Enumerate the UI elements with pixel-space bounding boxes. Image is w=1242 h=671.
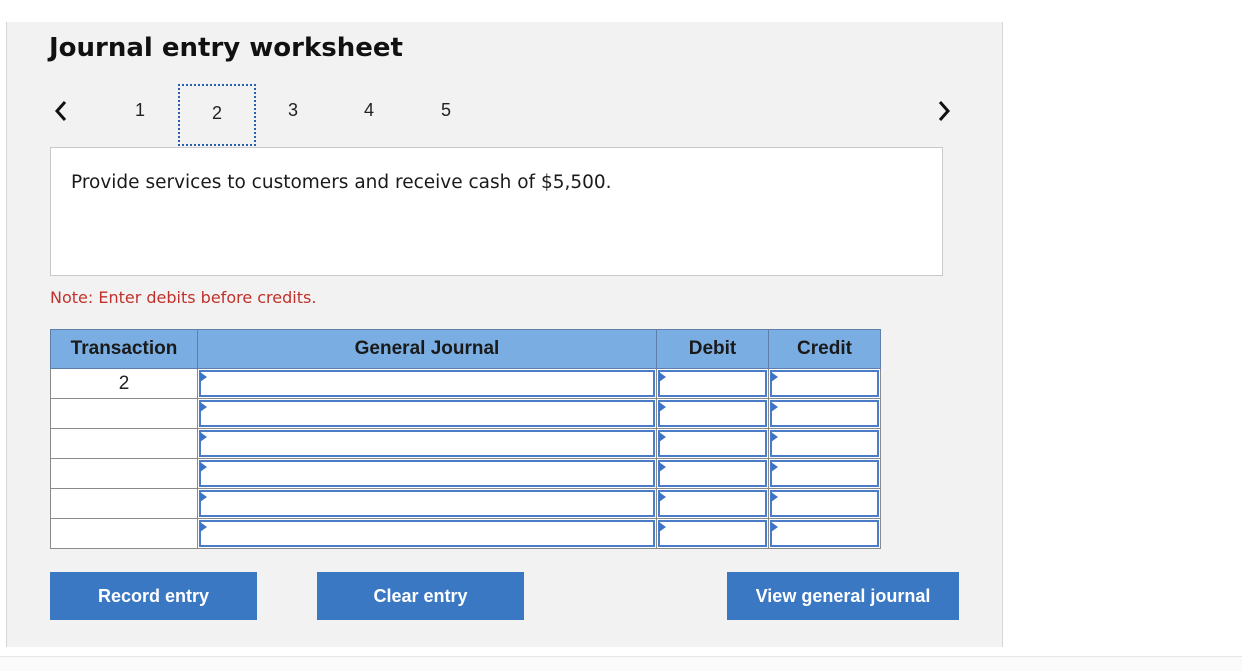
table-row: 2 <box>50 368 881 399</box>
account-input[interactable] <box>199 520 655 547</box>
transaction-cell: 2 <box>50 368 198 399</box>
account-input[interactable] <box>199 370 655 397</box>
credit-input[interactable] <box>770 370 879 397</box>
transaction-cell <box>50 428 198 459</box>
bottom-toolbar <box>0 656 1242 671</box>
debit-input[interactable] <box>658 490 767 517</box>
view-general-journal-button[interactable]: View general journal <box>727 572 959 620</box>
account-input[interactable] <box>199 430 655 457</box>
account-input[interactable] <box>199 460 655 487</box>
debit-input[interactable] <box>658 400 767 427</box>
journal-table: Transaction General Journal Debit Credit… <box>50 329 881 549</box>
chevron-left-icon[interactable] <box>48 96 78 126</box>
header-transaction: Transaction <box>50 329 198 369</box>
table-row <box>50 518 881 549</box>
transaction-cell <box>50 518 198 549</box>
table-row <box>50 428 881 459</box>
debit-input[interactable] <box>658 460 767 487</box>
debit-input[interactable] <box>658 520 767 547</box>
question-box: Provide services to customers and receiv… <box>50 147 943 276</box>
chevron-right-icon[interactable] <box>930 96 960 126</box>
transaction-cell <box>50 398 198 429</box>
transaction-cell <box>50 488 198 519</box>
account-input[interactable] <box>199 400 655 427</box>
step-3[interactable]: 3 <box>278 98 308 122</box>
step-5[interactable]: 5 <box>431 98 461 122</box>
record-entry-button[interactable]: Record entry <box>50 572 257 620</box>
step-4[interactable]: 4 <box>354 98 384 122</box>
step-2[interactable]: 2 <box>178 84 256 146</box>
debit-input[interactable] <box>658 370 767 397</box>
credit-input[interactable] <box>770 400 879 427</box>
credit-input[interactable] <box>770 520 879 547</box>
header-credit: Credit <box>768 329 881 369</box>
header-debit: Debit <box>656 329 769 369</box>
table-row <box>50 458 881 489</box>
note-text: Note: Enter debits before credits. <box>50 288 317 307</box>
account-input[interactable] <box>199 490 655 517</box>
header-general-journal: General Journal <box>197 329 657 369</box>
step-1[interactable]: 1 <box>125 98 155 122</box>
question-text: Provide services to customers and receiv… <box>71 172 612 193</box>
table-row <box>50 488 881 519</box>
credit-input[interactable] <box>770 490 879 517</box>
clear-entry-button[interactable]: Clear entry <box>317 572 524 620</box>
debit-input[interactable] <box>658 430 767 457</box>
credit-input[interactable] <box>770 460 879 487</box>
credit-input[interactable] <box>770 430 879 457</box>
page-title: Journal entry worksheet <box>49 33 403 63</box>
transaction-cell <box>50 458 198 489</box>
table-row <box>50 398 881 429</box>
